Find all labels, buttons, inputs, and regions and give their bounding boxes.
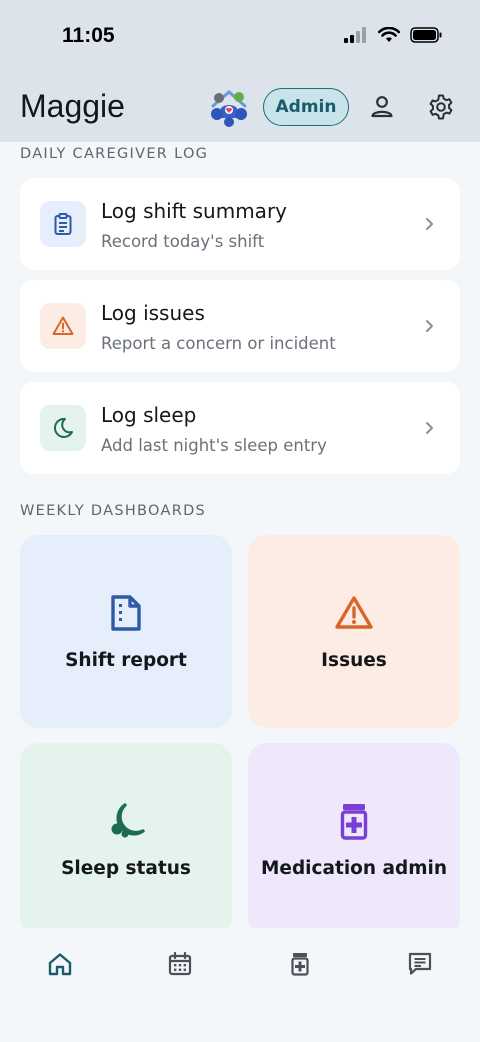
- log-item-subtitle: Add last night's sleep entry: [101, 436, 327, 455]
- cellular-signal-icon: [344, 27, 366, 43]
- document-icon: [111, 595, 141, 631]
- page-title: Maggie: [20, 88, 125, 124]
- tile-label: Medication admin: [260, 858, 447, 879]
- log-item-subtitle: Report a concern or incident: [101, 334, 336, 353]
- tile-label: Issues: [321, 650, 387, 671]
- chat-icon: [408, 952, 432, 975]
- sleep-status-tile[interactable]: Sleep status: [20, 743, 232, 936]
- app-header: 11:05 Maggie Admin: [0, 0, 480, 142]
- chevron-right-icon: [426, 218, 433, 230]
- calendar-icon: [168, 951, 192, 976]
- clipboard-icon: [54, 213, 72, 235]
- wifi-icon: [378, 27, 400, 42]
- nav-calendar[interactable]: [162, 946, 198, 982]
- chevron-right-icon: [426, 422, 433, 434]
- admin-button[interactable]: Admin: [263, 88, 349, 126]
- status-time: 11:05: [62, 24, 115, 47]
- gear-icon[interactable]: [427, 93, 455, 121]
- warning-icon: [335, 596, 373, 629]
- medication-admin-tile[interactable]: Medication admin: [248, 743, 460, 936]
- battery-icon: [410, 27, 442, 43]
- log-icon-box: [40, 405, 86, 451]
- warning-icon: [52, 316, 74, 335]
- log-item-title: Log issues: [101, 301, 205, 325]
- log-icon-box: [40, 201, 86, 247]
- issues-tile[interactable]: Issues: [248, 535, 460, 728]
- medication-icon: [340, 804, 368, 840]
- log-item-subtitle: Record today's shift: [101, 232, 265, 251]
- daily-log-section-label: DAILY CAREGIVER LOG: [20, 146, 209, 162]
- log-issues-card[interactable]: Log issues Report a concern or incident: [20, 280, 460, 372]
- tile-label: Sleep status: [61, 858, 191, 879]
- log-shift-summary-card[interactable]: Log shift summary Record today's shift: [20, 178, 460, 270]
- log-item-title: Log shift summary: [101, 199, 287, 223]
- family-home-logo[interactable]: [208, 86, 250, 128]
- chevron-right-icon: [426, 320, 433, 332]
- home-icon: [48, 953, 72, 976]
- moon-icon: [111, 803, 145, 838]
- status-icons: [344, 27, 442, 43]
- log-sleep-card[interactable]: Log sleep Add last night's sleep entry: [20, 382, 460, 474]
- tile-label: Shift report: [65, 650, 187, 671]
- nav-messages[interactable]: [402, 946, 438, 982]
- nav-home[interactable]: [42, 946, 78, 982]
- moon-icon: [53, 417, 73, 438]
- nav-medication[interactable]: [282, 946, 318, 982]
- shift-report-tile[interactable]: Shift report: [20, 535, 232, 728]
- bottom-nav: [0, 928, 480, 1042]
- log-item-title: Log sleep: [101, 403, 197, 427]
- log-icon-box: [40, 303, 86, 349]
- medication-icon: [291, 953, 309, 976]
- weekly-dashboards-section-label: WEEKLY DASHBOARDS: [20, 503, 207, 519]
- person-icon[interactable]: [368, 93, 396, 121]
